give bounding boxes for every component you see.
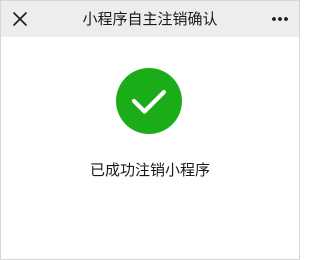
navigation-bar: 小程序自主注销确认	[1, 1, 299, 37]
close-button[interactable]	[7, 6, 33, 32]
more-icon	[272, 17, 288, 21]
more-button[interactable]	[265, 6, 295, 32]
success-check-icon	[116, 68, 182, 134]
success-message: 已成功注销小程序	[89, 161, 210, 179]
page-title: 小程序自主注销确认	[82, 10, 218, 28]
close-icon	[13, 12, 27, 26]
page-frame: 小程序自主注销确认 已成功注销小程序	[0, 0, 300, 260]
